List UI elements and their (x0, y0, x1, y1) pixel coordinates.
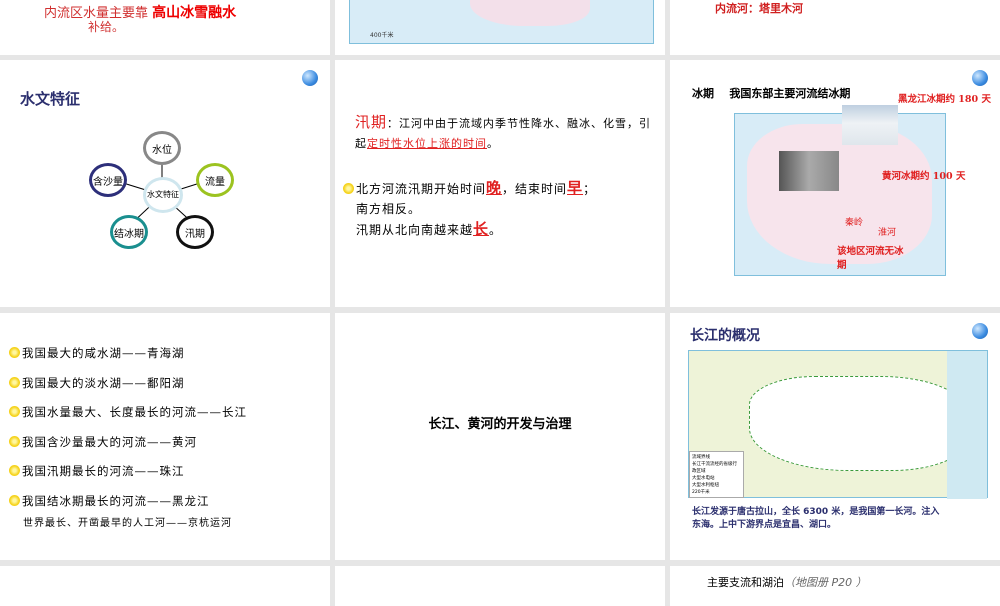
slide-title: 主要支流和湖泊 (707, 576, 784, 589)
slide-thumbnail-6[interactable]: 冰期 我国东部主要河流结冰期 黑龙江冰期约 180 天 黄河冰期约 100 天 … (670, 60, 1000, 307)
globe-icon (972, 70, 988, 86)
text: 。 (489, 223, 503, 237)
frozen-river-photo (779, 151, 839, 191)
text: ； (583, 182, 597, 196)
annotation-heilongjiang: 黑龙江冰期约 180 天 (898, 94, 991, 105)
label-qinling: 秦岭 (845, 218, 864, 228)
list-item: 我国水量最大、长度最长的河流——长江 (9, 404, 247, 434)
slide-thumbnail-10[interactable] (0, 566, 330, 606)
slide-text: 补给。 (88, 20, 125, 34)
answer: 早 (567, 179, 584, 197)
highlight-text: 高山冰雪融水 (152, 5, 237, 21)
bullet-icon (343, 183, 354, 194)
node-water-level: 水位 (143, 131, 181, 165)
legend-item: 大型水利枢纽 (692, 483, 719, 488)
ice-field-photo (842, 105, 898, 145)
text: 汛期从北向南越来越 (356, 223, 474, 237)
bullet-icon (9, 435, 20, 447)
slide-thumbnail-12[interactable]: 主要支流和湖泊（地图册 P20 ） (670, 566, 1000, 606)
list-item: 我国最大的淡水湖——鄱阳湖 (9, 375, 247, 405)
list-item: 我国汛期最长的河流——珠江 (9, 463, 247, 493)
node-flow: 流量 (196, 163, 234, 197)
bullet-icon (9, 406, 20, 417)
yangtze-map: 流域界线 长江干流流经的省级行政区域 大型水电站 大型水利枢纽 220千米 (688, 350, 988, 499)
slide-thumbnail-1[interactable]: 内流区水量主要靠 高山冰雪融水 补给。 (0, 0, 330, 55)
slide-thumbnail-9[interactable]: 长江的概况 流域界线 长江干流流经的省级行政区域 大型水电站 大型水利枢纽 22… (670, 313, 1000, 560)
label: 冰期 (692, 87, 714, 100)
annotation-yellow-river: 黄河冰期约 100 天 (882, 171, 966, 182)
legend-item: 大型水电站 (692, 476, 715, 481)
text: 北方河流汛期开始时间 (356, 182, 487, 196)
globe-icon (972, 323, 988, 339)
list-item: 我国最大的咸水湖——青海湖 (9, 345, 247, 375)
slide-thumbnail-11[interactable] (335, 566, 665, 606)
slide-title: 长江的概况 (690, 328, 760, 344)
slide-thumbnail-3[interactable]: 内流河：塔里木河 (670, 0, 1000, 55)
annotation-no-ice: 该地区河流无冰期 (837, 246, 904, 271)
legend-item: 流域界线 (692, 455, 710, 460)
text: ，结束时间 (502, 182, 568, 196)
node-flood-season: 汛期 (176, 215, 214, 249)
heading: 我国东部主要河流结冰期 (729, 87, 851, 100)
scale-label: 400千米 (370, 32, 394, 39)
slide-thumbnail-8[interactable]: 长江、黄河的开发与治理 (335, 313, 665, 560)
slide-title: 长江、黄河的开发与治理 (428, 417, 572, 432)
slide-text: 内流河：塔里木河 (715, 2, 803, 15)
text: 南方相反。 (356, 202, 422, 216)
node-freeze-period: 结冰期 (110, 215, 148, 249)
center-node: 水文特征 (143, 177, 183, 213)
term: 汛期 (355, 113, 388, 131)
list-item: 我国含沙量最大的河流——黄河 (9, 434, 247, 464)
answer: 长 (473, 220, 490, 238)
bullet-icon (9, 376, 20, 388)
node-sediment: 含沙量 (89, 163, 127, 197)
bullet-icon (9, 465, 20, 476)
punct: 。 (487, 137, 499, 150)
definition-answer: 定时性水位上涨的时间 (367, 137, 487, 150)
description: 长江发源于唐古拉山，全长 6300 米，是我国第一长河。注入东海。上中下游界点是… (692, 507, 940, 530)
slide-thumbnail-7[interactable]: 我国最大的咸水湖——青海湖 我国最大的淡水湖——鄱阳湖 我国水量最大、长度最长的… (0, 313, 330, 560)
slide-thumbnail-5[interactable]: 汛期：江河中由于流域内季节性降水、融冰、化雪，引起定时性水位上涨的时间。 北方河… (335, 60, 665, 307)
list-item: 我国结冰期最长的河流——黑龙江 (9, 493, 247, 514)
label-huaihe: 淮河 (878, 228, 897, 238)
slide-thumbnail-4[interactable]: 水文特征 水文特征 水位 流量 汛期 结冰期 含沙量 (0, 60, 330, 307)
slide-thumbnail-2[interactable]: 400千米 (335, 0, 665, 55)
map-image: 400千米 (349, 0, 654, 44)
legend-item: 220千米 (692, 490, 710, 495)
bullet-icon (9, 347, 20, 358)
list-item: 世界最长、开凿最早的人工河——京杭运河 (23, 517, 232, 529)
bullet-icon (9, 494, 20, 506)
legend-item: 长江干流流经的省级行政区域 (692, 462, 737, 474)
reference: （地图册 P20 ） (784, 576, 867, 589)
answer: 晚 (486, 179, 503, 197)
